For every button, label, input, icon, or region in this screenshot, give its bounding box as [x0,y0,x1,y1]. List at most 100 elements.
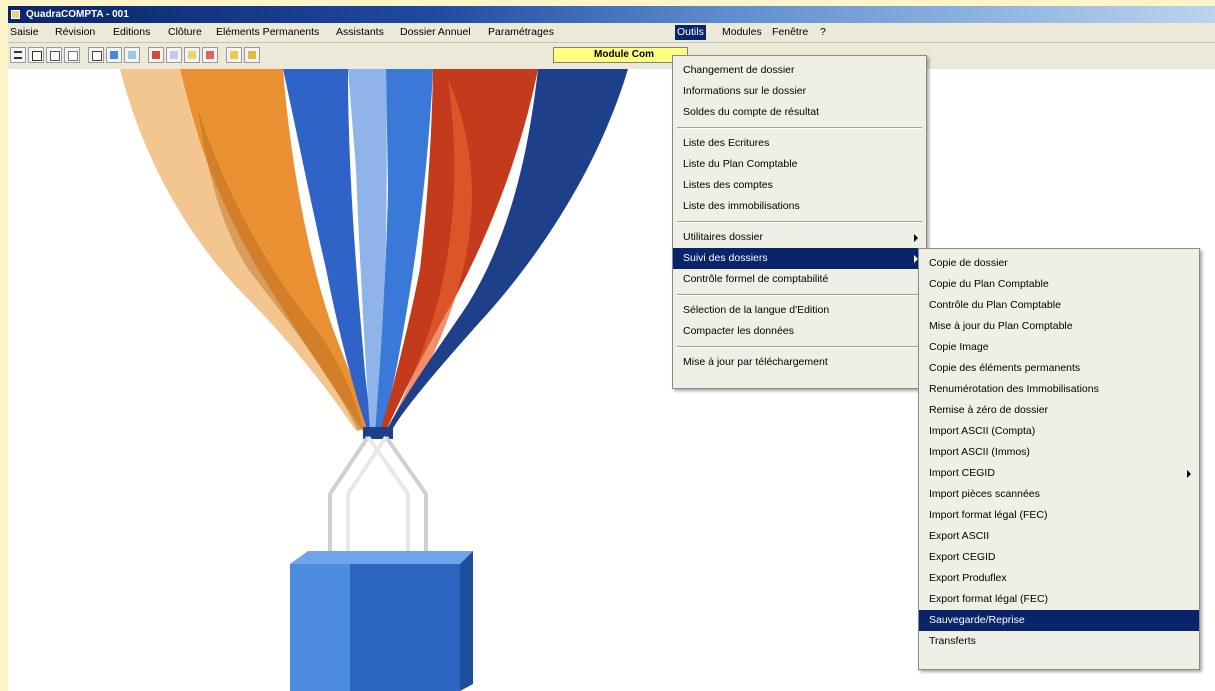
suivi-item-renumerotation-des-immobilisations[interactable]: Renumérotation des Immobilisations [919,379,1199,400]
menu-item-label: Changement de dossier [683,64,795,76]
menu-separator [677,346,922,348]
outils-item-listes-des-comptes[interactable]: Listes des comptes [673,175,926,196]
outils-item-liste-des-immobilisations[interactable]: Liste des immobilisations [673,196,926,217]
outils-item-selection-de-la-langue-d-edition[interactable]: Sélection de la langue d'Edition [673,300,926,321]
menu-item-label: Renumérotation des Immobilisations [929,383,1099,395]
menu-separator [677,294,922,296]
outils-item-compacter-les-donnees[interactable]: Compacter les données [673,321,926,342]
menu-item-label: Import pièces scannées [929,488,1040,500]
menu-elements-permanents[interactable]: Eléments Permanents [214,23,321,42]
suivi-item-export-produflex[interactable]: Export Produflex [919,568,1199,589]
suivi-item-import-cegid[interactable]: Import CEGID [919,463,1199,484]
menu-item-label: Import ASCII (Compta) [929,425,1036,437]
outils-dropdown-menu: Changement de dossier Informations sur le… [672,55,927,389]
open-folder-icon[interactable] [244,47,260,63]
menu-item-label: Utilitaires dossier [683,231,763,243]
suivi-item-controle-du-plan-comptable[interactable]: Contrôle du Plan Comptable [919,295,1199,316]
menu-revision[interactable]: Révision [53,23,97,42]
menu-item-label: Copie des éléments permanents [929,362,1081,374]
menu-item-label: Copie Image [929,341,989,353]
outils-item-suivi-des-dossiers[interactable]: Suivi des dossiers [673,248,926,269]
menu-cloture[interactable]: Clôture [166,23,204,42]
toolbar: Module Com [8,43,1215,70]
outils-item-liste-du-plan-comptable[interactable]: Liste du Plan Comptable [673,154,926,175]
suivi-item-mise-a-jour-du-plan-comptable[interactable]: Mise à jour du Plan Comptable [919,316,1199,337]
window-title: QuadraCOMPTA - 001 [26,9,129,20]
menu-parametrages[interactable]: Paramétrages [486,23,556,42]
menu-item-label: Soldes du compte de résultat [683,106,819,118]
delete-icon[interactable] [202,47,218,63]
menu-outils[interactable]: Outils [675,25,706,40]
suivi-item-export-cegid[interactable]: Export CEGID [919,547,1199,568]
menu-editions[interactable]: Editions [111,23,152,42]
outils-item-changement-de-dossier[interactable]: Changement de dossier [673,60,926,81]
suivi-item-copie-du-plan-comptable[interactable]: Copie du Plan Comptable [919,274,1199,295]
suivi-item-import-ascii-compta[interactable]: Import ASCII (Compta) [919,421,1199,442]
menu-item-label: Import CEGID [929,467,995,479]
suivi-item-sauvegarde-reprise[interactable]: Sauvegarde/Reprise [919,610,1199,631]
list-icon[interactable] [10,47,26,63]
suivi-item-import-ascii-immos[interactable]: Import ASCII (Immos) [919,442,1199,463]
folder-icon[interactable] [226,47,242,63]
tools-icon[interactable] [166,47,182,63]
suivi-item-copie-de-dossier[interactable]: Copie de dossier [919,253,1199,274]
outils-item-soldes-du-compte-de-resultat[interactable]: Soldes du compte de résultat [673,102,926,123]
menu-[interactable]: ? [818,23,828,42]
menu-item-label: Transferts [929,635,976,647]
suivi-des-dossiers-submenu: Copie de dossier Copie du Plan Comptable C… [918,248,1200,670]
module-field: Module Com [553,47,688,63]
menu-item-label: Contrôle du Plan Comptable [929,299,1061,311]
menu-item-label: Informations sur le dossier [683,85,807,97]
menu-item-label: Contrôle formel de comptabilité [683,273,829,285]
menu-item-label: Export Produflex [929,572,1007,584]
suivi-item-copie-des-elements-permanents[interactable]: Copie des éléments permanents [919,358,1199,379]
menu-item-label: Export CEGID [929,551,996,563]
highlight-icon[interactable] [184,47,200,63]
menu-item-label: Import format légal (FEC) [929,509,1048,521]
menu-item-label: Mise à jour par téléchargement [683,356,828,368]
app-icon [11,10,20,19]
menu-assistants[interactable]: Assistants [334,23,386,42]
menu-item-label: Copie du Plan Comptable [929,278,1049,290]
menu-item-label: Mise à jour du Plan Comptable [929,320,1073,332]
menu-saisie[interactable]: Saisie [8,23,41,42]
document-icon[interactable] [46,47,62,63]
outils-item-utilitaires-dossier[interactable]: Utilitaires dossier [673,227,926,248]
preview-icon[interactable] [106,47,122,63]
outils-item-controle-formel-de-comptabilite[interactable]: Contrôle formel de comptabilité [673,269,926,290]
copy-icon[interactable] [88,47,104,63]
menu-dossier-annuel[interactable]: Dossier Annuel [398,23,473,42]
menu-item-label: Export format légal (FEC) [929,593,1049,605]
menu-modules[interactable]: Modules [720,23,764,42]
suivi-item-transferts[interactable]: Transferts [919,631,1199,652]
suivi-item-export-ascii[interactable]: Export ASCII [919,526,1199,547]
suivi-item-export-format-legal-fec[interactable]: Export format légal (FEC) [919,589,1199,610]
menu-separator [677,127,922,129]
suivi-item-import-pieces-scannees[interactable]: Import pièces scannées [919,484,1199,505]
menu-item-label: Export ASCII [929,530,990,542]
menu-item-label: Copie de dossier [929,257,1008,269]
outils-item-informations-sur-le-dossier[interactable]: Informations sur le dossier [673,81,926,102]
suivi-item-copie-image[interactable]: Copie Image [919,337,1199,358]
menu-item-label: Listes des comptes [683,179,773,191]
outils-item-mise-a-jour-par-telechargement[interactable]: Mise à jour par téléchargement [673,352,926,373]
new-document-icon[interactable] [28,47,44,63]
menu-item-label: Remise à zéro de dossier [929,404,1049,416]
suivi-item-import-format-legal-fec[interactable]: Import format légal (FEC) [919,505,1199,526]
menu-item-label: Sauvegarde/Reprise [929,614,1025,626]
menu-item-label: Sélection de la langue d'Edition [683,304,830,316]
suivi-item-remise-a-zero-de-dossier[interactable]: Remise à zéro de dossier [919,400,1199,421]
menu-item-label: Liste du Plan Comptable [683,158,798,170]
menu-item-label: Liste des Ecritures [683,137,770,149]
submenu-arrow-icon [914,234,918,242]
blank-page-icon[interactable] [64,47,80,63]
outils-item-liste-des-ecritures[interactable]: Liste des Ecritures [673,133,926,154]
menu-item-label: Suivi des dossiers [683,252,768,264]
title-bar: QuadraCOMPTA - 001 [8,6,1215,23]
menu-item-label: Import ASCII (Immos) [929,446,1030,458]
menu-item-label: Liste des immobilisations [683,200,800,212]
menu-fenetre[interactable]: Fenêtre [770,23,810,42]
lock-icon[interactable] [148,47,164,63]
chart-icon[interactable] [124,47,140,63]
submenu-arrow-icon [1187,470,1191,478]
